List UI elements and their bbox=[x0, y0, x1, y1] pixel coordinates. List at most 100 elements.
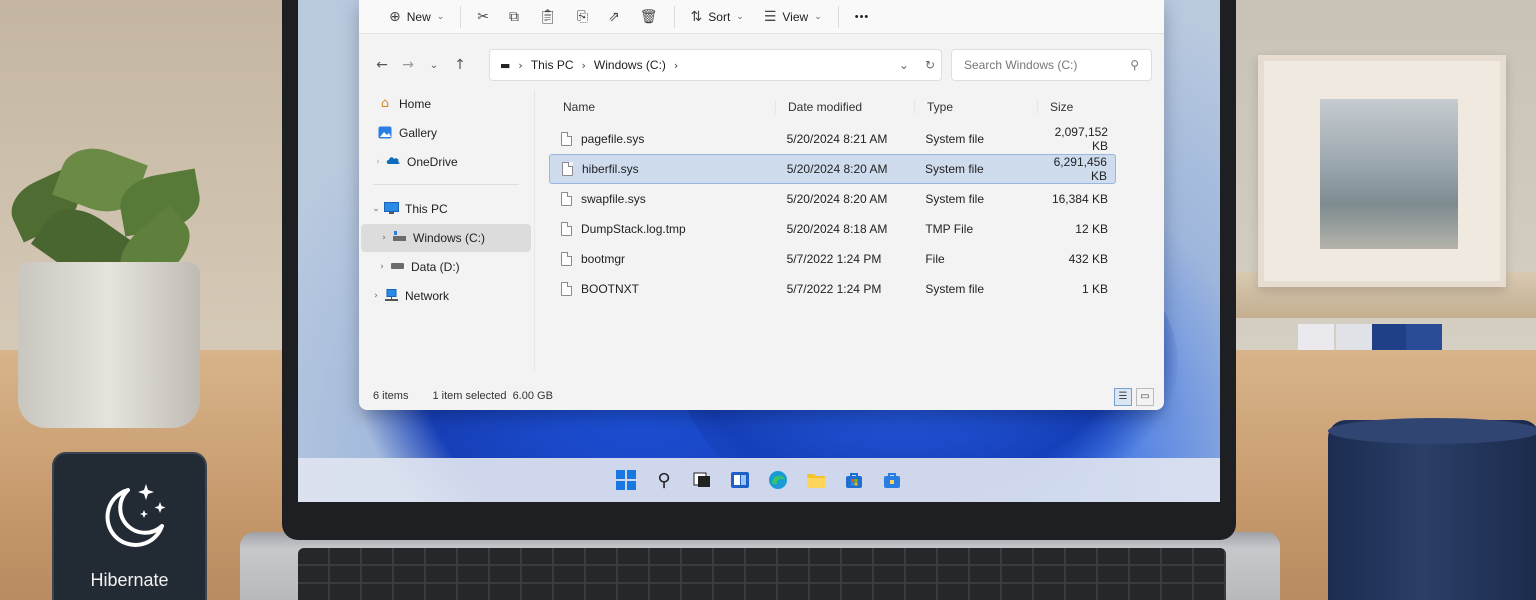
column-header-type[interactable]: Type bbox=[914, 100, 1037, 114]
rename-button[interactable]: ⎘ bbox=[567, 3, 598, 31]
laptop-keyboard bbox=[298, 548, 1226, 600]
delete-button[interactable]: 🗑︎ bbox=[630, 3, 668, 31]
sort-icon: ⇅ bbox=[690, 8, 703, 25]
start-icon[interactable] bbox=[614, 468, 638, 492]
file-name-cell: hiberfil.sys bbox=[550, 162, 775, 176]
file-size: 12 KB bbox=[1075, 222, 1108, 236]
file-list: pagefile.sys 5/20/2024 8:21 AM System file… bbox=[535, 124, 1164, 304]
more-options-icon: ••• bbox=[854, 10, 870, 23]
file-row[interactable]: swapfile.sys 5/20/2024 8:20 AM System file… bbox=[549, 184, 1116, 214]
file-name: BOOTNXT bbox=[581, 282, 640, 296]
nav-item-label: Network bbox=[405, 289, 450, 303]
file-icon bbox=[561, 252, 572, 266]
rename-icon: ⎘ bbox=[576, 8, 589, 25]
breadcrumb-this-pc[interactable]: This PC bbox=[531, 58, 574, 72]
file-name: pagefile.sys bbox=[581, 132, 645, 146]
file-name-cell: swapfile.sys bbox=[549, 192, 775, 206]
share-button[interactable]: ⇗ bbox=[598, 3, 630, 31]
file-name-cell: BOOTNXT bbox=[549, 282, 775, 296]
file-icon bbox=[561, 132, 572, 146]
chevron-right-icon[interactable]: › bbox=[375, 262, 389, 272]
breadcrumb-chevron-icon: › bbox=[673, 58, 679, 72]
paste-button[interactable]: 📋︎ bbox=[529, 3, 567, 31]
file-icon bbox=[561, 282, 572, 296]
column-header-date[interactable]: Date modified bbox=[775, 100, 914, 114]
search-icon[interactable]: ⚲ bbox=[652, 468, 676, 492]
picture-frame bbox=[1258, 55, 1506, 287]
new-button[interactable]: ⊕ New ⌄ bbox=[379, 3, 454, 31]
chevron-down-icon[interactable]: ⌄ bbox=[369, 204, 383, 214]
hibernate-badge[interactable]: Hibernate bbox=[52, 452, 207, 600]
details-view-button[interactable]: ☰ bbox=[1114, 388, 1132, 406]
column-header-name[interactable]: Name bbox=[535, 100, 775, 114]
nav-item-this-pc[interactable]: ⌄ This PC bbox=[359, 195, 533, 223]
edge-browser-icon[interactable] bbox=[766, 468, 790, 492]
file-row[interactable]: BOOTNXT 5/7/2022 1:24 PM System file 1 KB bbox=[549, 274, 1116, 304]
column-header-size[interactable]: Size bbox=[1037, 100, 1117, 114]
chevron-right-icon[interactable]: › bbox=[371, 157, 385, 167]
arrow-left-icon: ← bbox=[376, 57, 388, 73]
arrow-right-icon: → bbox=[402, 57, 414, 73]
sort-button-label: Sort bbox=[708, 9, 731, 24]
file-row[interactable]: hiberfil.sys 5/20/2024 8:20 AM System file… bbox=[549, 154, 1116, 184]
chevron-down-icon: ⌄ bbox=[736, 11, 744, 21]
file-name: swapfile.sys bbox=[581, 192, 646, 206]
file-type: File bbox=[925, 252, 945, 266]
nav-item-network[interactable]: › Network bbox=[359, 282, 533, 310]
breadcrumb-chevron-icon: › bbox=[581, 58, 586, 72]
clipboard-icon: 📋︎ bbox=[539, 8, 557, 25]
forward-button[interactable]: → bbox=[395, 57, 421, 73]
nav-item-home[interactable]: ⌂ Home bbox=[359, 90, 533, 118]
nav-item-label: Home bbox=[399, 97, 432, 111]
file-explorer-icon[interactable] bbox=[804, 468, 828, 492]
status-bar: 6 items 1 item selected 6.00 GB ☰ ▭ bbox=[359, 382, 1164, 410]
command-bar: ⊕ New ⌄ ✂ ⧉ 📋︎ ⎘ ⇗ 🗑︎ ⇅ Sort ⌄ ☰ View ⌄ … bbox=[359, 0, 1164, 34]
computer-icon bbox=[383, 202, 399, 216]
file-date: 5/20/2024 8:18 AM bbox=[786, 222, 888, 236]
recent-locations-button[interactable]: ⌄ bbox=[421, 60, 447, 71]
file-date: 5/7/2022 1:24 PM bbox=[786, 282, 882, 296]
view-button[interactable]: ☰ View ⌄ bbox=[754, 3, 832, 31]
refresh-icon[interactable]: ↻ bbox=[925, 58, 935, 72]
nav-item-label: Data (D:) bbox=[411, 260, 460, 274]
cut-button[interactable]: ✂ bbox=[467, 3, 499, 31]
trash-icon: 🗑︎ bbox=[639, 8, 658, 25]
address-dropdown-icon[interactable]: ⌄ bbox=[899, 58, 909, 72]
taskbar: ⚲ bbox=[298, 458, 1220, 502]
moon-stars-icon bbox=[105, 484, 166, 547]
sort-button[interactable]: ⇅ Sort ⌄ bbox=[681, 3, 754, 31]
nav-item-onedrive[interactable]: › OneDrive bbox=[359, 148, 533, 176]
file-type: TMP File bbox=[925, 222, 974, 236]
widgets-icon[interactable] bbox=[728, 468, 752, 492]
store-icon[interactable] bbox=[842, 468, 866, 492]
briefcase-app-icon[interactable] bbox=[880, 468, 904, 492]
file-explorer-window: ⊕ New ⌄ ✂ ⧉ 📋︎ ⎘ ⇗ 🗑︎ ⇅ Sort ⌄ ☰ View ⌄ … bbox=[359, 0, 1164, 410]
copy-button[interactable]: ⧉ bbox=[499, 3, 529, 31]
address-bar[interactable]: ▬ › This PC › Windows (C:) › ⌄ ↻ bbox=[489, 49, 942, 81]
network-icon bbox=[383, 289, 399, 303]
coffee-mug-rim bbox=[1328, 418, 1536, 444]
chevron-right-icon[interactable]: › bbox=[377, 233, 391, 243]
file-row[interactable]: DumpStack.log.tmp 5/20/2024 8:18 AM TMP Fi… bbox=[549, 214, 1116, 244]
chevron-right-icon[interactable]: › bbox=[369, 291, 383, 301]
file-type: System file bbox=[925, 282, 985, 296]
drive-icon bbox=[389, 260, 405, 274]
file-date: 5/7/2022 1:24 PM bbox=[786, 252, 882, 266]
task-view-icon[interactable] bbox=[690, 468, 714, 492]
arrow-up-icon: ↑ bbox=[454, 57, 466, 73]
file-size: 432 KB bbox=[1068, 252, 1108, 266]
breadcrumb-windows-c[interactable]: Windows (C:) bbox=[594, 58, 666, 72]
nav-item-gallery[interactable]: Gallery bbox=[359, 119, 533, 147]
file-row[interactable]: bootmgr 5/7/2022 1:24 PM File 432 KB bbox=[549, 244, 1116, 274]
file-row[interactable]: pagefile.sys 5/20/2024 8:21 AM System file… bbox=[549, 124, 1116, 154]
more-options-button[interactable]: ••• bbox=[845, 3, 880, 31]
nav-divider bbox=[373, 184, 519, 185]
search-input[interactable]: Search Windows (C:) ⚲ bbox=[951, 49, 1152, 81]
nav-item-data-d[interactable]: › Data (D:) bbox=[359, 253, 533, 281]
nav-item-label: This PC bbox=[405, 202, 448, 216]
back-button[interactable]: ← bbox=[369, 57, 395, 73]
nav-item-windows-c[interactable]: › Windows (C:) bbox=[361, 224, 531, 252]
up-button[interactable]: ↑ bbox=[447, 57, 473, 73]
scissors-icon: ✂ bbox=[477, 8, 490, 25]
tiles-view-button[interactable]: ▭ bbox=[1136, 388, 1154, 406]
